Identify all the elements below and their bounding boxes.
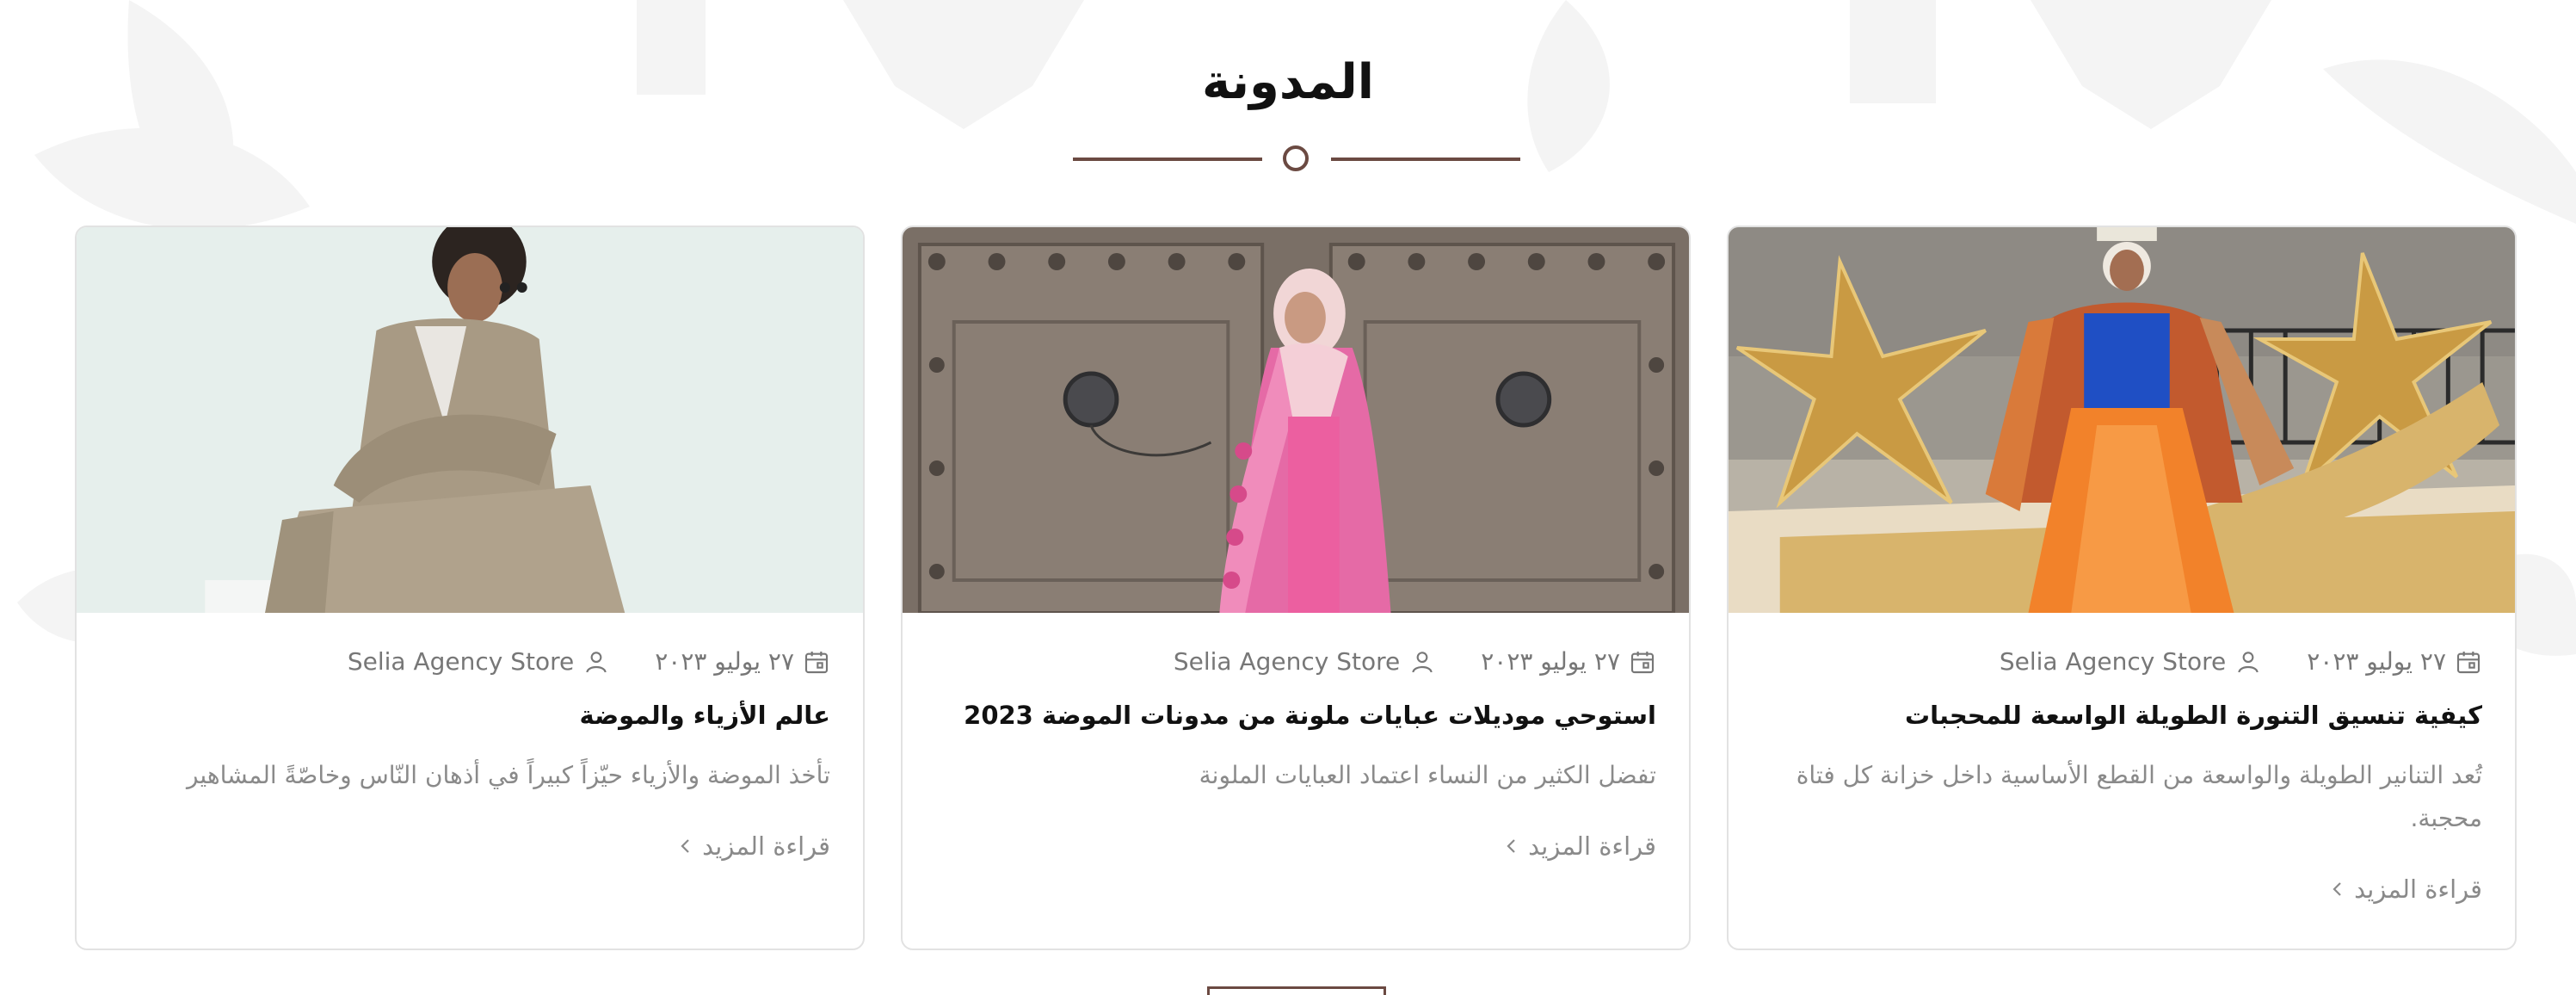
blog-section: المدونة ٢٧ يوليو ٢٠٢٣ Selia Agency Store…	[0, 0, 2576, 995]
post-excerpt: تُعد التنانير الطويلة والواسعة من القطع …	[1796, 761, 2482, 832]
blog-card-image-hijab-orange-skirt[interactable]	[1729, 227, 2515, 613]
calendar-icon	[804, 651, 829, 673]
post-date: ٢٧ يوليو ٢٠٢٣	[1481, 647, 1620, 676]
read-more-label: قراءة المزيد	[2354, 874, 2482, 904]
blog-card-image-pink-abaya[interactable]	[903, 227, 1689, 613]
user-icon	[1412, 651, 1433, 672]
post-author[interactable]: Selia Agency Store	[1174, 647, 1400, 676]
read-more-link[interactable]: قراءة المزيد	[1506, 831, 1656, 861]
circle-ornament-icon	[1283, 145, 1309, 171]
post-date: ٢٧ يوليو ٢٠٢٣	[655, 647, 794, 676]
chevron-left-icon	[681, 839, 689, 853]
read-more-label: قراءة المزيد	[702, 831, 830, 861]
read-more-link[interactable]: قراءة المزيد	[680, 831, 830, 861]
post-excerpt: تأخذ الموضة والأزياء حيّزاً كبيراً في أذ…	[186, 761, 830, 789]
calendar-icon	[1630, 651, 1655, 673]
post-title[interactable]: عالم الأزياء والموضة	[109, 701, 830, 730]
section-title: المدونة	[1202, 54, 1374, 110]
post-title[interactable]: كيفية تنسيق التنورة الطويلة الواسعة للمح…	[1761, 701, 2482, 730]
post-author[interactable]: Selia Agency Store	[2000, 647, 2226, 676]
chevron-left-icon	[2333, 882, 2341, 896]
post-meta: ٢٧ يوليو ٢٠٢٣ Selia Agency Store	[2000, 647, 2482, 676]
read-more-link[interactable]: قراءة المزيد	[2332, 874, 2482, 904]
user-icon	[586, 651, 607, 672]
view-all-button[interactable]	[1207, 986, 1386, 995]
post-author[interactable]: Selia Agency Store	[348, 647, 574, 676]
blog-cards: ٢٧ يوليو ٢٠٢٣ Selia Agency Store كيفية ت…	[75, 226, 2517, 950]
calendar-icon	[2456, 651, 2480, 673]
blog-card: ٢٧ يوليو ٢٠٢٣ Selia Agency Store استوحي …	[901, 226, 1691, 950]
chevron-left-icon	[1507, 839, 1515, 853]
user-icon	[2238, 651, 2259, 672]
blog-card: ٢٧ يوليو ٢٠٢٣ Selia Agency Store كيفية ت…	[1727, 226, 2517, 950]
post-excerpt: تفضل الكثير من النساء اعتماد العبايات ال…	[1199, 761, 1656, 789]
post-date: ٢٧ يوليو ٢٠٢٣	[2307, 647, 2446, 676]
post-title[interactable]: استوحي موديلات عبايات ملونة من مدونات ال…	[935, 701, 1656, 730]
post-meta: ٢٧ يوليو ٢٠٢٣ Selia Agency Store	[1174, 647, 1656, 676]
post-meta: ٢٧ يوليو ٢٠٢٣ Selia Agency Store	[348, 647, 830, 676]
read-more-label: قراءة المزيد	[1528, 831, 1656, 861]
blog-card-image-man-suit[interactable]	[77, 227, 863, 613]
blog-card: ٢٧ يوليو ٢٠٢٣ Selia Agency Store عالم ال…	[75, 226, 865, 950]
title-divider	[1073, 141, 1520, 176]
